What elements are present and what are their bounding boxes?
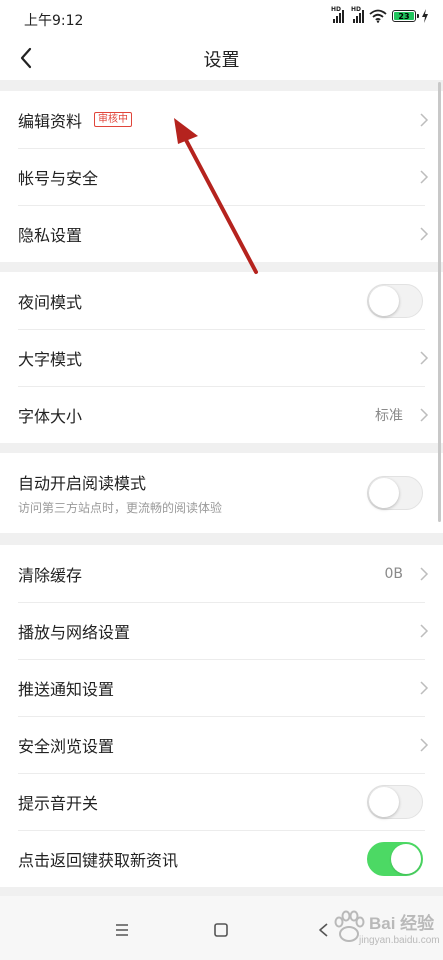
chevron-right-icon <box>420 623 429 638</box>
watermark-text: Bai 经验 <box>369 914 435 933</box>
watermark: Bai 经验 jingyan.baidu.com <box>325 905 440 955</box>
row-label: 夜间模式 <box>18 292 83 312</box>
row-label: 安全浏览设置 <box>18 736 115 756</box>
hd-label: HD <box>351 6 362 13</box>
battery-level: 23 <box>394 12 414 21</box>
row-label: 帐号与安全 <box>18 168 99 188</box>
row-label: 推送通知设置 <box>18 679 115 699</box>
scrollbar[interactable] <box>438 82 441 522</box>
chevron-right-icon <box>420 407 429 422</box>
charging-icon <box>422 9 428 23</box>
settings-row-account-security[interactable]: 帐号与安全 <box>0 148 443 205</box>
settings-row-edit-profile[interactable]: 编辑资料 审核中 <box>0 91 443 148</box>
chevron-right-icon <box>420 350 429 365</box>
settings-row-safe-browsing[interactable]: 安全浏览设置 <box>0 716 443 773</box>
row-sublabel: 访问第三方站点时，更流畅的阅读体验 <box>18 501 223 515</box>
settings-group-display: 夜间模式 大字模式 字体大小 标准 <box>0 272 443 443</box>
toggle-knob <box>369 478 399 508</box>
row-label: 提示音开关 <box>18 793 99 813</box>
status-badge: 审核中 <box>94 112 133 127</box>
chevron-right-icon <box>420 737 429 752</box>
sound-toggle[interactable] <box>367 784 423 819</box>
row-label: 播放与网络设置 <box>18 622 131 642</box>
settings-row-large-text-mode[interactable]: 大字模式 <box>0 329 443 386</box>
settings-row-auto-reading-mode: 自动开启阅读模式 访问第三方站点时，更流畅的阅读体验 <box>0 453 443 533</box>
toggle-knob <box>369 285 399 316</box>
toggle-knob <box>391 843 421 874</box>
chevron-right-icon <box>420 680 429 695</box>
settings-row-night-mode: 夜间模式 <box>0 272 443 329</box>
settings-group-reading: 自动开启阅读模式 访问第三方站点时，更流畅的阅读体验 <box>0 453 443 533</box>
hd-label: HD <box>331 6 342 13</box>
row-label: 字体大小 <box>18 406 83 426</box>
settings-row-sound-toggle: 提示音开关 <box>0 773 443 830</box>
home-square-icon[interactable] <box>209 918 233 942</box>
settings-row-back-key-refresh: 点击返回键获取新资讯 <box>0 830 443 887</box>
row-label: 隐私设置 <box>18 225 83 245</box>
settings-row-font-size[interactable]: 字体大小 标准 <box>0 386 443 443</box>
settings-row-playback-network[interactable]: 播放与网络设置 <box>0 602 443 659</box>
chevron-right-icon <box>420 169 429 184</box>
night-mode-toggle[interactable] <box>367 283 423 318</box>
status-icons: HD HD 23 <box>331 6 429 23</box>
settings-row-push-notifications[interactable]: 推送通知设置 <box>0 659 443 716</box>
row-label: 大字模式 <box>18 349 83 369</box>
toggle-knob <box>369 786 399 817</box>
settings-row-clear-cache[interactable]: 清除缓存 0B <box>0 545 443 602</box>
row-label: 编辑资料 <box>18 111 83 131</box>
hd-signal-icon: HD <box>351 6 364 23</box>
chevron-right-icon <box>420 226 429 241</box>
auto-reading-mode-toggle[interactable] <box>367 476 423 510</box>
chevron-right-icon <box>420 112 429 127</box>
page-title: 设置 <box>203 50 240 71</box>
settings-group-account: 编辑资料 审核中 帐号与安全 隐私设置 <box>0 91 443 262</box>
settings-row-privacy[interactable]: 隐私设置 <box>0 205 443 262</box>
battery-icon: 23 <box>392 10 419 22</box>
row-label: 自动开启阅读模式 <box>18 474 147 493</box>
status-bar: 上午9:12 HD HD 23 <box>0 0 443 36</box>
app-header: 设置 <box>0 36 443 80</box>
wifi-icon <box>369 9 387 23</box>
menu-icon[interactable] <box>110 918 134 942</box>
hd-signal-icon: HD <box>331 6 344 23</box>
status-time: 上午9:12 <box>24 13 84 29</box>
row-label: 清除缓存 <box>18 565 83 585</box>
row-value: 0B <box>384 565 403 582</box>
settings-group-general: 清除缓存 0B 播放与网络设置 推送通知设置 安全浏览设置 提示音开关 点击返回… <box>0 545 443 887</box>
chevron-right-icon <box>420 566 429 581</box>
row-value: 标准 <box>375 407 403 424</box>
watermark-url: jingyan.baidu.com <box>359 935 440 946</box>
back-key-refresh-toggle[interactable] <box>367 841 423 876</box>
row-label: 点击返回键获取新资讯 <box>18 850 179 870</box>
